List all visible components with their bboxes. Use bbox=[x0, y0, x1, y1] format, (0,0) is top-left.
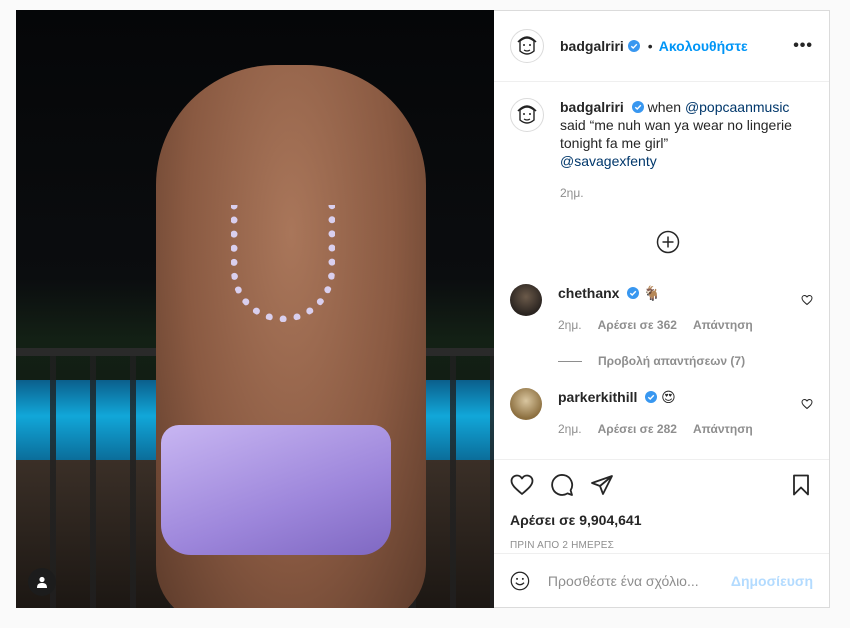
likes-count[interactable]: Αρέσει σε 9,904,641 bbox=[510, 512, 813, 528]
caption-age[interactable]: 2ημ. bbox=[560, 184, 584, 202]
avatar-sketch-icon bbox=[517, 36, 537, 55]
comment-meta: 2ημ. Αρέσει σε 362 Απάντηση bbox=[558, 316, 803, 334]
post-timestamp[interactable]: ΠΡΙΝ ΑΠΟ 2 ΗΜΕΡΕΣ bbox=[510, 540, 813, 551]
user-icon bbox=[37, 576, 47, 588]
comment-row: chethanx 🐐 2ημ. Αρέσει σε 362 Απάντηση bbox=[510, 284, 813, 334]
caption-row: badgalriri when @popcaanmusic said “me n… bbox=[510, 98, 813, 202]
photo-necklace bbox=[231, 205, 335, 322]
action-icons bbox=[510, 468, 813, 502]
comment-input[interactable] bbox=[545, 571, 731, 590]
comment-body: chethanx 🐐 2ημ. Αρέσει σε 362 Απάντηση bbox=[558, 284, 803, 334]
caption-avatar[interactable] bbox=[510, 98, 544, 132]
comment-username[interactable]: chethanx bbox=[558, 285, 619, 301]
caption-body: badgalriri when @popcaanmusic said “me n… bbox=[560, 98, 805, 202]
reply-button[interactable]: Απάντηση bbox=[693, 420, 753, 438]
paper-plane-icon[interactable] bbox=[590, 473, 614, 497]
commenter-avatar[interactable] bbox=[510, 284, 542, 316]
comment-emoji: 🐐 bbox=[643, 285, 661, 301]
follow-button[interactable]: Ακολουθήστε bbox=[659, 38, 748, 54]
post-photo[interactable] bbox=[16, 10, 494, 608]
verified-badge-icon bbox=[627, 40, 640, 52]
comment-age[interactable]: 2ημ. bbox=[558, 420, 582, 438]
commenter-avatar[interactable] bbox=[510, 388, 542, 420]
view-replies-button[interactable]: Προβολή απαντήσεων (7) bbox=[558, 354, 813, 368]
view-replies-label: Προβολή απαντήσεων (7) bbox=[598, 354, 746, 368]
replies-divider bbox=[558, 360, 582, 362]
post-header: badgalriri • Ακολουθήστε ••• bbox=[494, 11, 829, 82]
mention-savagexfenty[interactable]: @savagexfenty bbox=[560, 153, 657, 169]
comment-likes[interactable]: Αρέσει σε 282 bbox=[598, 420, 677, 438]
caption-prefix: when bbox=[647, 99, 685, 115]
comments-section: badgalriri when @popcaanmusic said “me n… bbox=[494, 82, 829, 459]
more-options-icon[interactable]: ••• bbox=[793, 37, 813, 55]
publish-button[interactable]: Δημοσίευση bbox=[731, 573, 813, 589]
author-avatar[interactable] bbox=[510, 29, 544, 63]
caption-meta: 2ημ. bbox=[560, 184, 805, 202]
verified-badge-icon bbox=[631, 101, 644, 113]
post-card: badgalriri • Ακολουθήστε ••• badgalriri … bbox=[16, 10, 830, 608]
plus-circle-icon[interactable] bbox=[656, 230, 680, 254]
heart-icon[interactable] bbox=[801, 398, 813, 410]
comment-icon[interactable] bbox=[550, 473, 574, 497]
comment-age[interactable]: 2ημ. bbox=[558, 316, 582, 334]
separator-dot: • bbox=[647, 38, 653, 54]
user-tag-button[interactable] bbox=[28, 568, 56, 596]
avatar-sketch-icon bbox=[517, 105, 537, 124]
add-comment-bar: Δημοσίευση bbox=[494, 553, 829, 607]
comment-meta: 2ημ. Αρέσει σε 282 Απάντηση bbox=[558, 420, 803, 438]
reply-button[interactable]: Απάντηση bbox=[693, 316, 753, 334]
caption-username[interactable]: badgalriri bbox=[560, 99, 624, 115]
mention-popcaanmusic[interactable]: @popcaanmusic bbox=[685, 99, 790, 115]
comment-emoji: 😍 bbox=[661, 389, 676, 405]
heart-icon[interactable] bbox=[801, 294, 813, 306]
photo-shorts bbox=[161, 425, 391, 555]
verified-badge-icon bbox=[627, 287, 640, 299]
comment-username[interactable]: parkerkithill bbox=[558, 389, 637, 405]
comment-likes[interactable]: Αρέσει σε 362 bbox=[598, 316, 677, 334]
smiley-icon[interactable] bbox=[510, 569, 530, 593]
comment-row: parkerkithill 😍 2ημ. Αρέσει σε 282 Απάντ… bbox=[510, 388, 813, 438]
post-sidebar: badgalriri • Ακολουθήστε ••• badgalriri … bbox=[494, 11, 829, 607]
caption-text: said “me nuh wan ya wear no lingerie ton… bbox=[560, 117, 792, 151]
heart-icon[interactable] bbox=[510, 473, 534, 497]
author-username[interactable]: badgalriri bbox=[560, 38, 624, 54]
post-actions: Αρέσει σε 9,904,641 ΠΡΙΝ ΑΠΟ 2 ΗΜΕΡΕΣ bbox=[494, 459, 829, 553]
bookmark-icon[interactable] bbox=[789, 473, 813, 497]
verified-badge-icon bbox=[645, 391, 658, 403]
comment-body: parkerkithill 😍 2ημ. Αρέσει σε 282 Απάντ… bbox=[558, 388, 803, 438]
